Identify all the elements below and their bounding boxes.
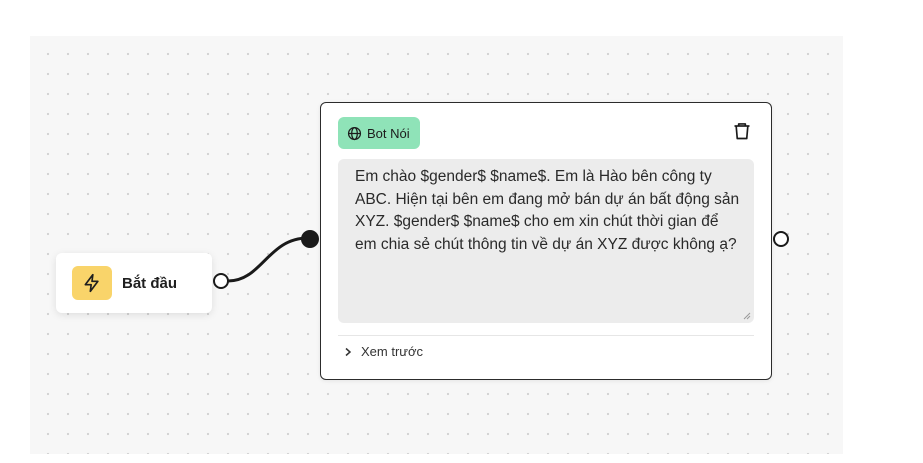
- chevron-right-icon: [343, 347, 353, 357]
- lightning-icon: [72, 266, 112, 300]
- resize-handle[interactable]: [743, 312, 751, 320]
- preview-toggle[interactable]: Xem trước: [343, 344, 423, 359]
- start-node[interactable]: Bắt đầu: [56, 253, 212, 313]
- node-type-label: Bot Nói: [367, 125, 410, 141]
- bot-speak-node[interactable]: Bot Nói Em chào $gender$ $name$. Em là H…: [320, 102, 772, 380]
- bot-input-port[interactable]: [301, 230, 319, 248]
- message-text: Em chào $gender$ $name$. Em là Hào bên c…: [355, 168, 740, 253]
- delete-node-button[interactable]: [731, 122, 753, 144]
- bot-output-port[interactable]: [773, 231, 789, 247]
- message-textarea[interactable]: Em chào $gender$ $name$. Em là Hào bên c…: [338, 159, 754, 323]
- preview-label: Xem trước: [361, 344, 424, 359]
- start-output-port[interactable]: [213, 273, 229, 289]
- node-type-badge: Bot Nói: [338, 117, 420, 149]
- divider: [338, 335, 754, 336]
- start-node-label: Bắt đầu: [122, 274, 178, 292]
- trash-icon: [732, 121, 752, 146]
- globe-icon: [347, 126, 362, 141]
